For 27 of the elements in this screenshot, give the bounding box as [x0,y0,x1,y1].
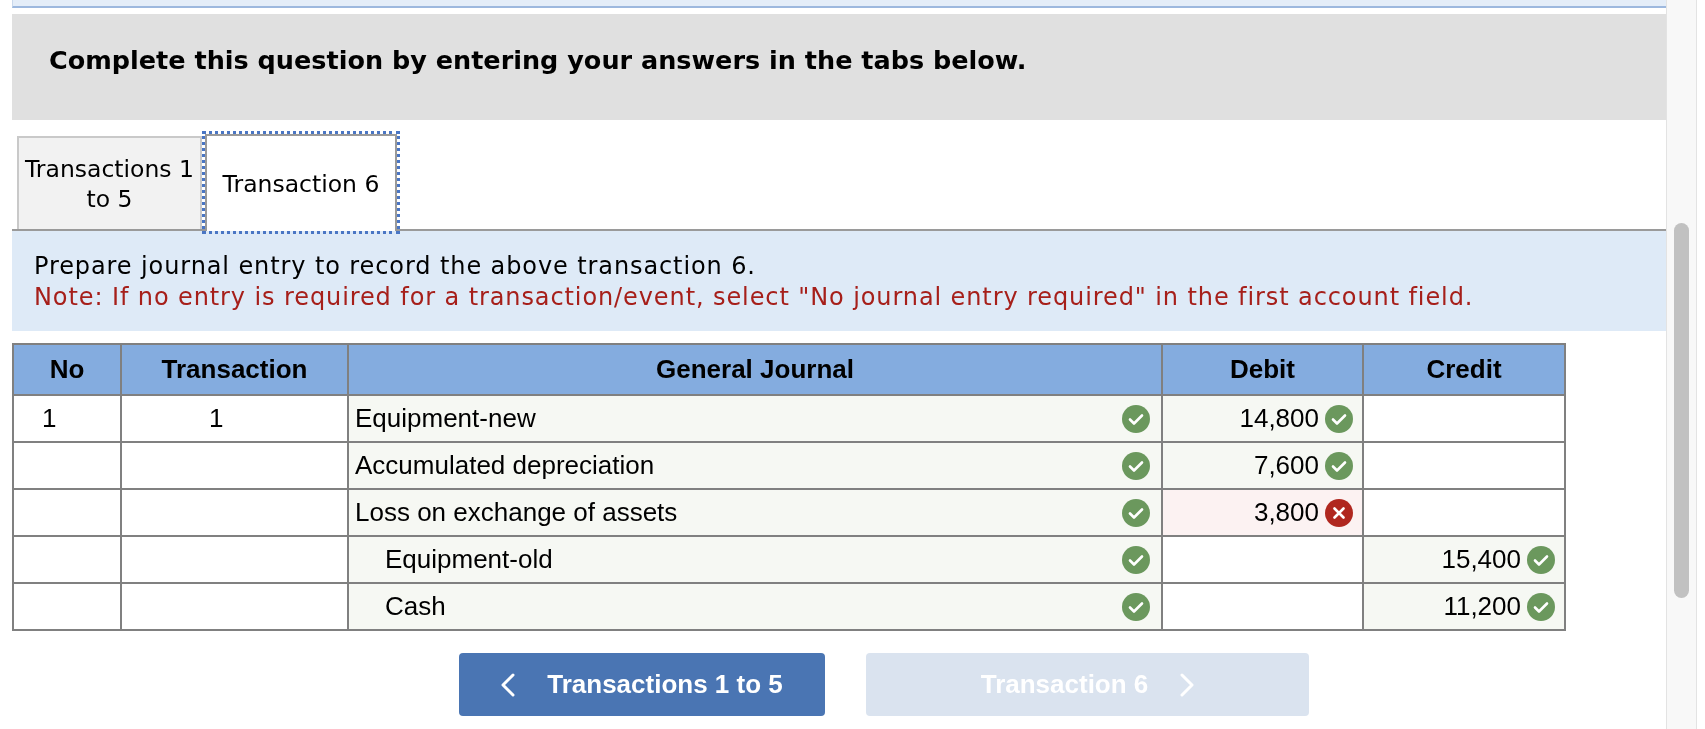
account-name: Cash [384,591,446,622]
column-header: Transaction [121,344,348,395]
tab[interactable]: Transaction 6 [205,134,397,231]
scrollbar-track[interactable] [1666,0,1697,729]
column-header: General Journal [348,344,1162,395]
scrollbar-thumb[interactable] [1674,223,1689,598]
column-header: Credit [1363,344,1565,395]
amount-value: 7,600 [1253,450,1319,481]
chevron-left-icon [501,672,516,697]
amount-value: 11,200 [1443,591,1521,622]
account-name: Equipment-new [355,403,536,434]
account-name: Accumulated depreciation [355,450,655,481]
transaction-number: 1 [209,403,224,433]
entry-number: 1 [42,403,57,433]
amount-value: 3,800 [1253,497,1319,528]
nav-button[interactable]: Transactions 1 to 5 [459,653,825,716]
account-name: Loss on exchange of assets [355,497,678,528]
column-header: No [13,344,121,395]
instruction-text: Complete this question by entering your answers in the tabs below. [49,45,1027,75]
amount-value: 15,400 [1441,544,1521,575]
note-text: Note: If no entry is required for a transaction/event, select "No journal entry required" in the first account field. [34,282,1474,313]
tab[interactable]: Transactions 1 to 5 [17,136,202,229]
chevron-right-icon [1180,672,1195,697]
amount-value: 14,800 [1239,403,1319,434]
column-header: Debit [1162,344,1363,395]
prompt-text: Prepare journal entry to record the above transaction 6. [34,251,756,282]
account-name: Equipment-old [384,544,553,575]
